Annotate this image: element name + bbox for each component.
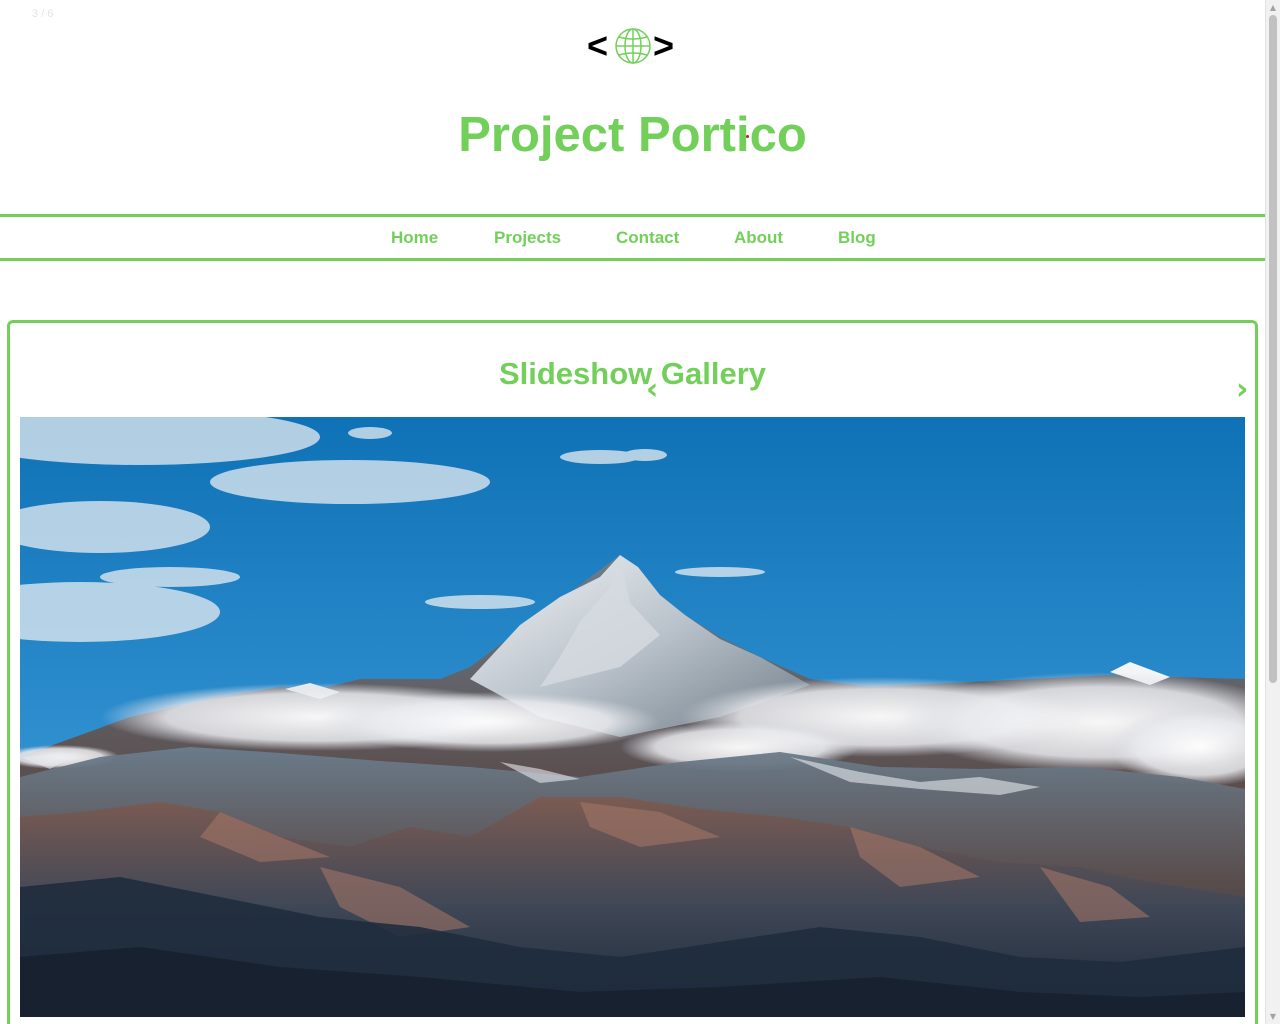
site-title: Project Portico bbox=[458, 108, 807, 162]
nav-link-home[interactable]: Home bbox=[391, 217, 438, 258]
nav-link-about[interactable]: About bbox=[734, 217, 783, 258]
nav-link-blog[interactable]: Blog bbox=[838, 217, 876, 258]
next-slide-arrow-icon[interactable]: › bbox=[1236, 375, 1248, 405]
slide-counter: 3 / 6 bbox=[32, 8, 54, 20]
logo-right-bracket: > bbox=[653, 26, 674, 66]
scroll-up-arrow-icon[interactable]: ▲ bbox=[1266, 0, 1280, 15]
cursor-dot bbox=[746, 135, 749, 138]
site-logo[interactable]: < > bbox=[587, 25, 679, 66]
scrollbar-thumb[interactable] bbox=[1269, 15, 1277, 683]
nav-link-projects[interactable]: Projects bbox=[494, 217, 561, 258]
scroll-down-arrow-icon[interactable]: ▼ bbox=[1266, 1009, 1280, 1024]
vertical-scrollbar[interactable]: ▲ ▼ bbox=[1265, 0, 1280, 1024]
mountain-landscape-image bbox=[20, 417, 1245, 1017]
logo-left-bracket: < bbox=[587, 26, 608, 66]
page: 3 / 6 < > Project Portico Home Projects … bbox=[0, 0, 1280, 1024]
gallery-title: Slideshow Gallery bbox=[498, 356, 767, 391]
nav-link-contact[interactable]: Contact bbox=[616, 217, 679, 258]
previous-slide-arrow-icon[interactable]: ‹ bbox=[646, 375, 658, 405]
code-globe-logo-icon: < > bbox=[587, 25, 674, 66]
slide-image bbox=[20, 417, 1245, 1017]
globe-icon bbox=[615, 28, 651, 64]
main-nav: Home Projects Contact About Blog bbox=[0, 214, 1265, 261]
